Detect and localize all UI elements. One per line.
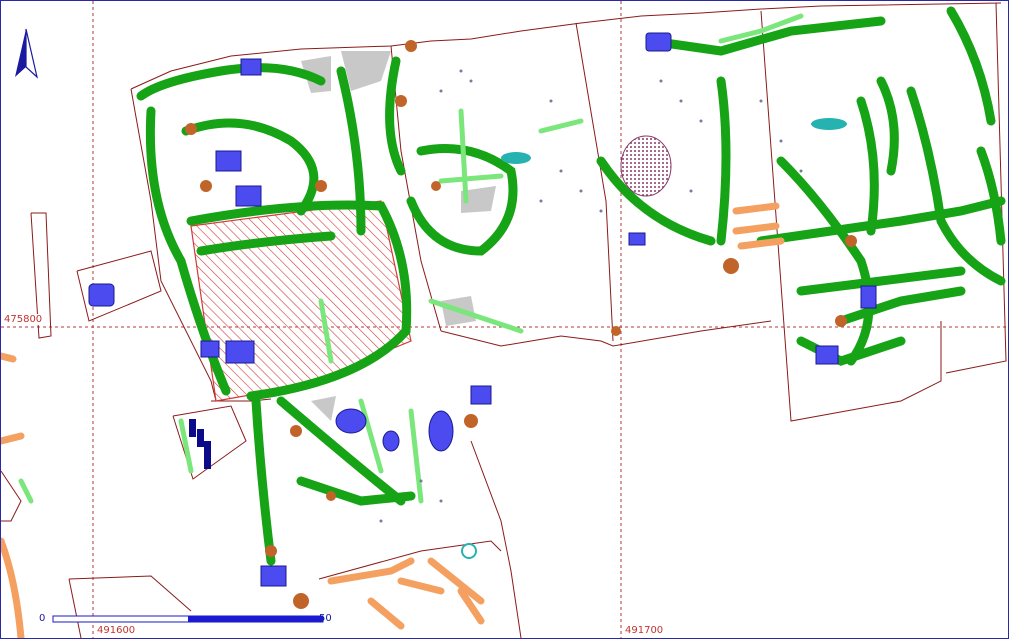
north-arrow-icon xyxy=(15,28,39,79)
scale-end-label: 50 xyxy=(319,613,332,624)
scatter-dots xyxy=(379,69,803,523)
easting-label-1: 491600 xyxy=(96,625,137,636)
map-canvas[interactable]: 475800 491600 491700 0 50 xyxy=(0,0,1009,639)
dark-blue-bars xyxy=(189,419,211,469)
easting-label-2: 491700 xyxy=(624,625,665,636)
map-drawing xyxy=(1,1,1008,638)
scale-start-label: 0 xyxy=(39,613,46,624)
teal-features xyxy=(501,118,847,164)
secondary-features xyxy=(18,13,804,504)
northing-label: 475800 xyxy=(3,314,44,325)
dotted-pit xyxy=(620,135,672,197)
scale-bar xyxy=(52,615,324,623)
hatched-enclosure xyxy=(190,200,412,402)
